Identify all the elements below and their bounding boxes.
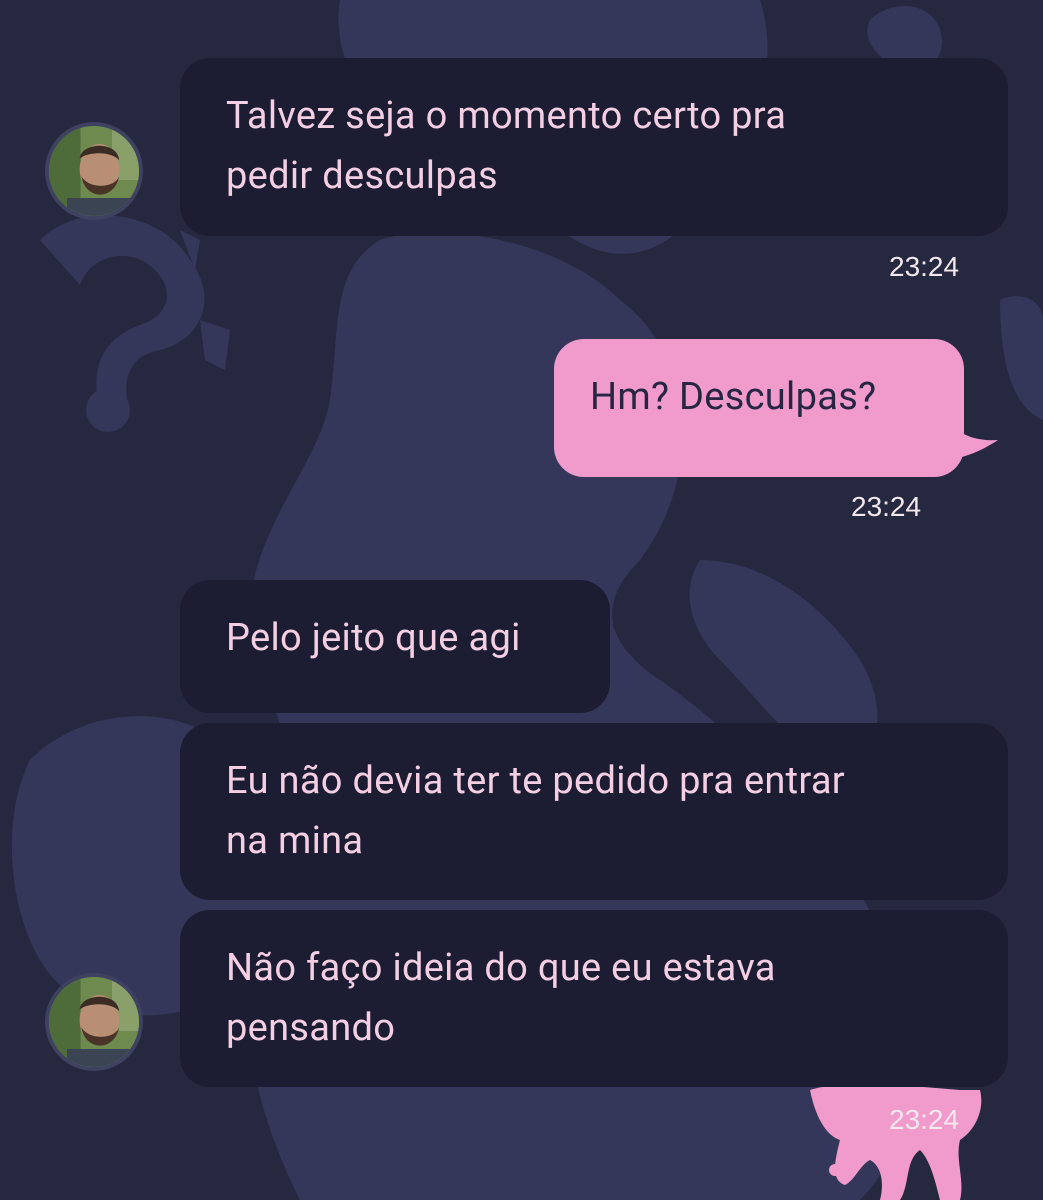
avatar-photo-icon [49,126,139,216]
contact-avatar[interactable] [45,973,143,1071]
message-text: Não faço ideia do que eu estava pensando [226,946,776,1050]
message-timestamp: 23:24 [889,251,960,282]
message-bubble-incoming[interactable]: Talvez seja o momento certo pra pedir de… [180,58,1008,236]
message-text: Eu não devia ter te pedido pra entrar na… [226,759,845,863]
avatar-photo-icon [49,977,139,1067]
contact-avatar[interactable] [45,122,143,220]
bubble-tail-icon [940,410,998,460]
message-text: Hm? Desculpas? [590,375,877,419]
message-timestamp: 23:24 [889,1104,960,1135]
message-bubble-outgoing[interactable]: Hm? Desculpas? [554,339,964,477]
message-timestamp: 23:24 [851,491,922,522]
message-bubble-incoming[interactable]: Pelo jeito que agi [180,580,610,713]
message-text: Pelo jeito que agi [226,616,521,660]
message-bubble-incoming[interactable]: Eu não devia ter te pedido pra entrar na… [180,723,1008,900]
message-bubble-incoming[interactable]: Não faço ideia do que eu estava pensando [180,910,1008,1087]
message-text: Talvez seja o momento certo pra pedir de… [226,94,787,198]
